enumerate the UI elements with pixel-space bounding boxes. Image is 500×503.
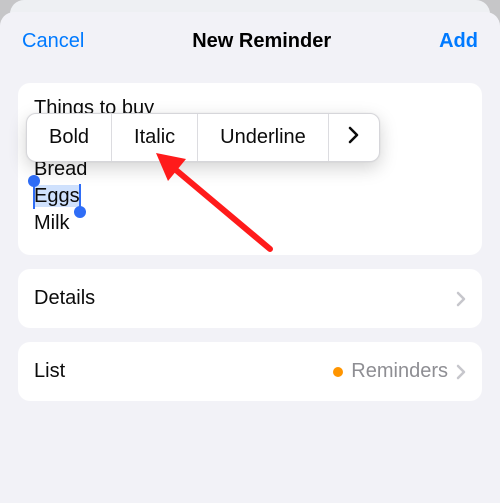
list-label: List	[34, 360, 65, 383]
text-format-popup: Bold Italic Underline	[26, 113, 380, 162]
selection-end-handle-icon[interactable]	[74, 206, 86, 218]
list-row[interactable]: List Reminders	[18, 342, 482, 401]
list-value-text: Reminders	[351, 360, 448, 383]
list-color-dot-icon	[333, 367, 343, 377]
selected-text: Eggs	[34, 185, 80, 207]
reminder-notes-input[interactable]: Bread Eggs Milk	[34, 156, 466, 237]
page-title: New Reminder	[84, 30, 439, 53]
chevron-right-icon	[456, 291, 466, 307]
list-value: Reminders	[333, 360, 466, 383]
italic-button[interactable]: Italic	[112, 114, 198, 161]
underline-button[interactable]: Underline	[198, 114, 329, 161]
nav-bar: Cancel New Reminder Add	[0, 12, 500, 67]
notes-line-selected: Eggs	[34, 183, 466, 210]
chevron-right-icon	[456, 364, 466, 380]
selection-start-caret-icon	[33, 184, 35, 209]
add-button[interactable]: Add	[439, 30, 478, 53]
bold-button[interactable]: Bold	[27, 114, 112, 161]
notes-line: Milk	[34, 210, 466, 237]
details-row[interactable]: Details	[18, 269, 482, 328]
cancel-button[interactable]: Cancel	[22, 30, 84, 53]
details-label: Details	[34, 287, 95, 310]
chevron-right-icon	[348, 126, 360, 149]
more-formats-button[interactable]	[329, 114, 379, 161]
new-reminder-sheet: Cancel New Reminder Add Things to buy Bo…	[0, 12, 500, 503]
reminder-card: Things to buy Bold Italic Underline Brea…	[18, 83, 482, 255]
